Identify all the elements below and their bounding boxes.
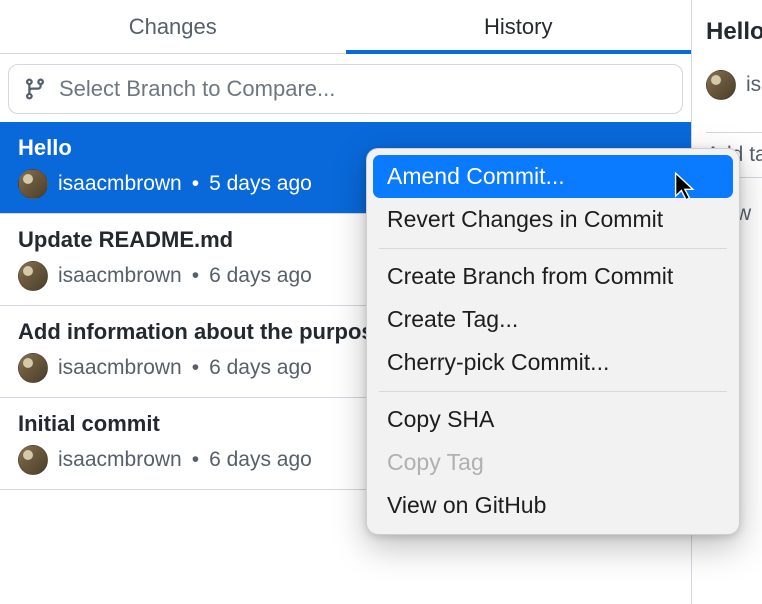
- separator: •: [192, 172, 199, 196]
- menu-view-on-github[interactable]: View on GitHub: [373, 484, 733, 527]
- avatar: [18, 169, 48, 199]
- git-branch-icon: [23, 77, 47, 101]
- commit-time: 6 days ago: [209, 448, 312, 472]
- avatar: [18, 353, 48, 383]
- commit-author: isaacmbrown: [58, 172, 182, 196]
- menu-amend-commit[interactable]: Amend Commit...: [373, 155, 733, 198]
- menu-revert-changes[interactable]: Revert Changes in Commit: [373, 198, 733, 241]
- menu-create-branch[interactable]: Create Branch from Commit: [373, 255, 733, 298]
- tab-bar: Changes History: [0, 0, 691, 54]
- detail-title: Hello: [706, 18, 762, 46]
- commit-time: 6 days ago: [209, 264, 312, 288]
- menu-separator: [379, 248, 727, 249]
- tab-history[interactable]: History: [346, 0, 692, 53]
- menu-create-tag[interactable]: Create Tag...: [373, 298, 733, 341]
- branch-compare-placeholder: Select Branch to Compare...: [59, 76, 335, 102]
- menu-copy-sha[interactable]: Copy SHA: [373, 398, 733, 441]
- menu-copy-tag: Copy Tag: [373, 441, 733, 484]
- commit-time: 6 days ago: [209, 356, 312, 380]
- detail-author: isaacmbrown: [746, 73, 762, 97]
- menu-separator: [379, 391, 727, 392]
- avatar: [706, 70, 736, 100]
- separator: •: [192, 264, 199, 288]
- commit-author: isaacmbrown: [58, 356, 182, 380]
- commit-author: isaacmbrown: [58, 264, 182, 288]
- branch-compare-selector[interactable]: Select Branch to Compare...: [8, 64, 683, 114]
- commit-time: 5 days ago: [209, 172, 312, 196]
- commit-author: isaacmbrown: [58, 448, 182, 472]
- separator: •: [192, 356, 199, 380]
- tab-changes[interactable]: Changes: [0, 0, 346, 53]
- menu-cherry-pick[interactable]: Cherry-pick Commit...: [373, 341, 733, 384]
- separator: •: [192, 448, 199, 472]
- avatar: [18, 261, 48, 291]
- commit-context-menu: Amend Commit... Revert Changes in Commit…: [366, 148, 740, 535]
- avatar: [18, 445, 48, 475]
